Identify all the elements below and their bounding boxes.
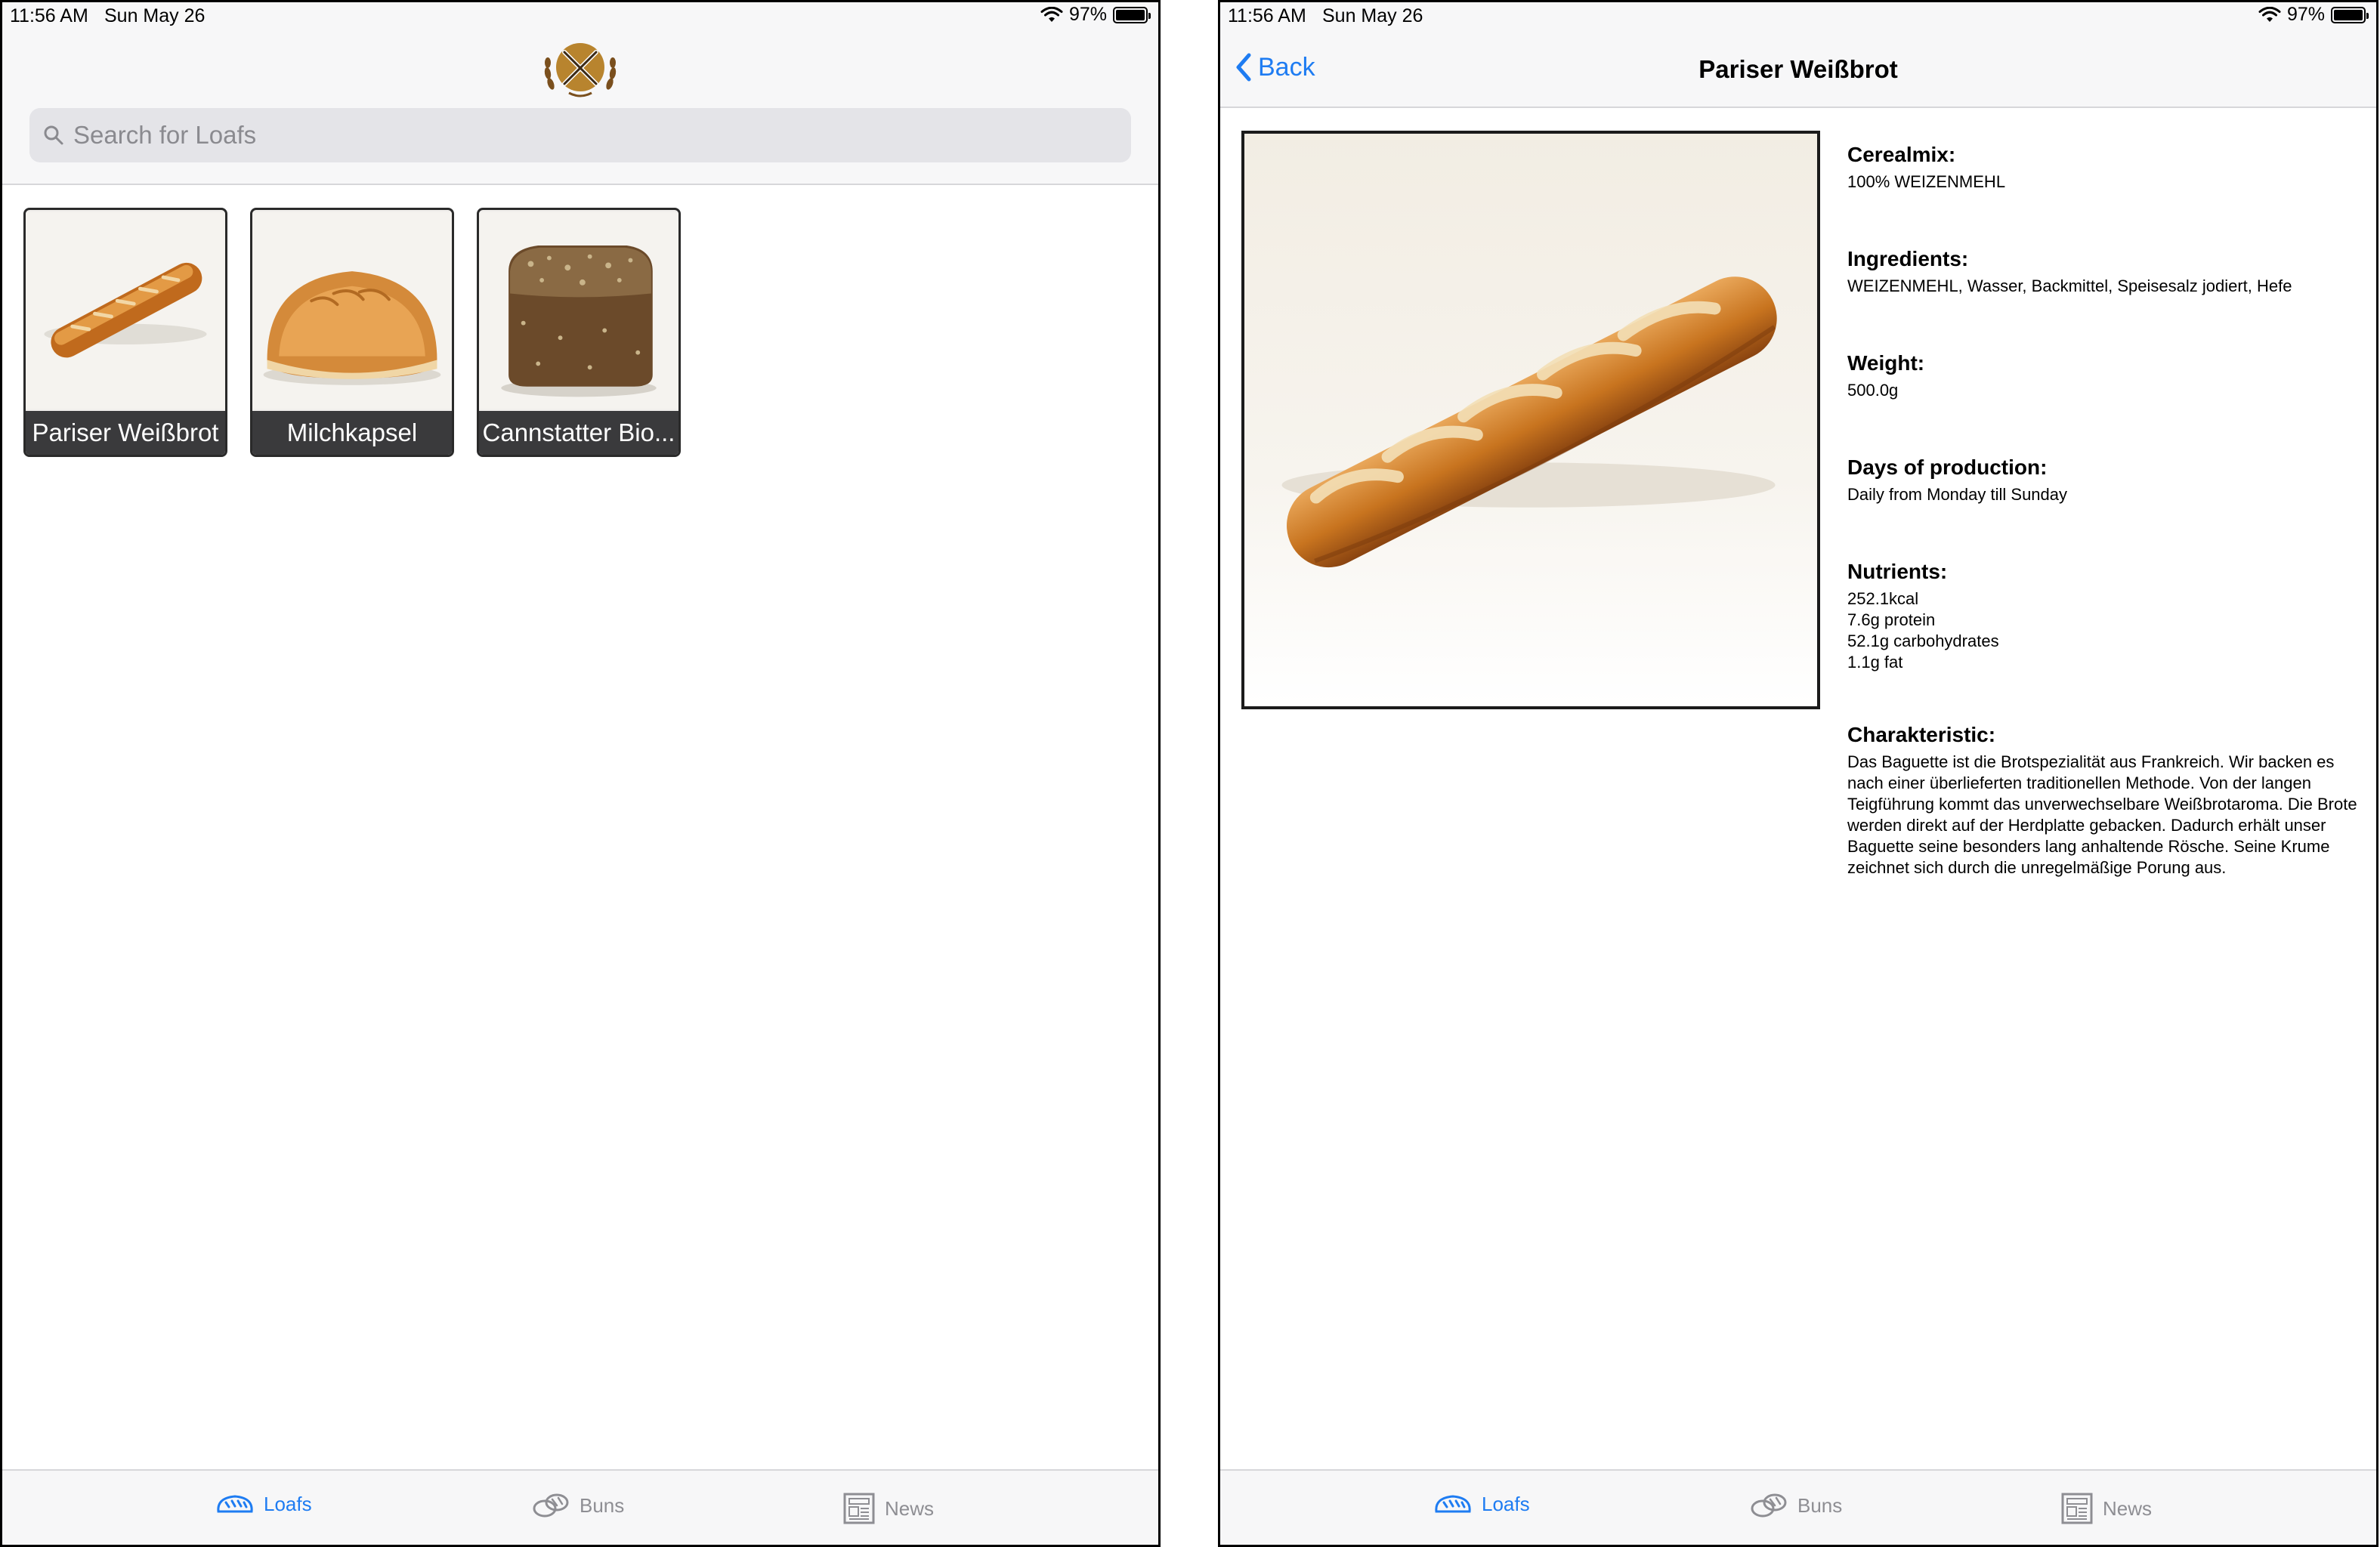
status-date: Sun May 26 — [104, 5, 206, 26]
page-title: Pariser Weißbrot — [1698, 55, 1898, 83]
nutrient-kcal: 252.1kcal — [1847, 589, 1919, 608]
milchkapsel-thumbnail — [252, 212, 452, 409]
loaf-name: Milchkapsel — [252, 411, 452, 455]
battery-icon — [2331, 6, 2369, 23]
bakery-logo-icon — [544, 43, 617, 97]
tab-label: News — [885, 1496, 935, 1520]
tab-bar: Loafs Buns News — [1220, 1469, 2376, 1545]
weight-label: Weight: — [1847, 351, 1925, 375]
nutrient-protein: 7.6g protein — [1847, 610, 1936, 629]
loaf-name: Cannstatter Bio... — [479, 411, 678, 455]
weight-section: Weight: 500.0g — [1847, 351, 2369, 401]
tab-news[interactable]: News — [2060, 1492, 2152, 1525]
ingredients-value: WEIZENMEHL, Wasser, Backmittel, Speisesa… — [1847, 276, 2292, 295]
loaf-name: Pariser Weißbrot — [26, 411, 225, 455]
days-label: Days of production: — [1847, 455, 2048, 479]
status-date: Sun May 26 — [1322, 5, 1423, 26]
nutrient-fat: 1.1g fat — [1847, 653, 1903, 672]
newspaper-icon — [2061, 1493, 2093, 1524]
navigation-bar: 11:56 AM Sun May 26 97% Back Pariser Wei… — [1220, 2, 2376, 108]
wifi-icon — [1040, 6, 1063, 22]
battery-percentage: 97% — [1068, 4, 1107, 25]
status-time: 11:56 AM — [1228, 5, 1306, 26]
tab-news[interactable]: News — [842, 1492, 934, 1525]
ingredients-label: Ingredients: — [1847, 247, 1969, 270]
tab-label: Buns — [1797, 1493, 1843, 1517]
loaf-tile-pariser[interactable]: Pariser Weißbrot — [23, 208, 227, 457]
days-section: Days of production: Daily from Monday ti… — [1847, 455, 2369, 505]
cerealmix-value: 100% WEIZENMEHL — [1847, 172, 2006, 191]
ingredients-section: Ingredients: WEIZENMEHL, Wasser, Backmit… — [1847, 247, 2369, 297]
tab-label: News — [2103, 1496, 2153, 1520]
status-time: 11:56 AM — [10, 5, 88, 26]
cerealmix-section: Cerealmix: 100% WEIZENMEHL — [1847, 143, 2369, 193]
loaf-tile-cannstatter[interactable]: Cannstatter Bio... — [477, 208, 681, 457]
tab-loafs[interactable]: Loafs — [215, 1492, 312, 1516]
cannstatter-thumbnail — [479, 212, 678, 409]
top-header: 11:56 AM Sun May 26 97% Search for Loafs — [2, 2, 1158, 185]
loaf-tile-milchkapsel[interactable]: Milchkapsel — [250, 208, 454, 457]
characteristic-value: Das Baguette ist die Brotspezialität aus… — [1847, 752, 2357, 877]
tab-buns[interactable]: Buns — [1749, 1492, 1842, 1519]
nutrient-carbohydrates: 52.1g carbohydrates — [1847, 631, 1999, 650]
loaf-details: Cerealmix: 100% WEIZENMEHL Ingredients: … — [1847, 143, 2369, 933]
tab-label: Buns — [580, 1493, 625, 1517]
buns-icon — [1751, 1493, 1787, 1518]
status-bar: 11:56 AM Sun May 26 97% — [1220, 2, 2376, 32]
search-input[interactable]: Search for Loafs — [73, 121, 256, 150]
loaf-grid: Pariser Weißbrot Milchkapsel Cannstatter… — [23, 208, 681, 457]
cerealmix-label: Cerealmix: — [1847, 143, 1956, 166]
nutrients-section: Nutrients: 252.1kcal 7.6g protein 52.1g … — [1847, 560, 2369, 673]
nutrients-label: Nutrients: — [1847, 560, 1948, 583]
battery-percentage: 97% — [2286, 4, 2325, 25]
battery-icon — [1113, 6, 1151, 23]
days-value: Daily from Monday till Sunday — [1847, 485, 2068, 504]
search-bar[interactable]: Search for Loafs — [29, 108, 1131, 162]
characteristic-section: Charakteristic: Das Baguette ist die Bro… — [1847, 723, 2369, 878]
tab-label: Loafs — [264, 1492, 312, 1515]
tab-label: Loafs — [1482, 1492, 1530, 1515]
tab-bar: Loafs Buns News — [2, 1469, 1158, 1545]
wifi-icon — [2258, 6, 2281, 22]
tab-loafs[interactable]: Loafs — [1433, 1492, 1530, 1516]
bread-icon — [1435, 1495, 1471, 1513]
loafs-list-screen: 11:56 AM Sun May 26 97% Search for Loafs… — [0, 0, 1161, 1547]
loaf-photo — [1241, 131, 1820, 709]
characteristic-label: Charakteristic: — [1847, 723, 1996, 746]
weight-value: 500.0g — [1847, 381, 1899, 400]
baguette-image — [1244, 134, 1817, 706]
tab-buns[interactable]: Buns — [531, 1492, 624, 1519]
baguette-thumbnail — [26, 212, 225, 409]
bread-icon — [217, 1495, 253, 1513]
loaf-detail-screen: 11:56 AM Sun May 26 97% Back Pariser Wei… — [1218, 0, 2378, 1547]
buns-icon — [533, 1493, 569, 1518]
status-bar: 11:56 AM Sun May 26 97% — [2, 2, 1158, 32]
search-icon — [44, 125, 63, 145]
newspaper-icon — [843, 1493, 875, 1524]
